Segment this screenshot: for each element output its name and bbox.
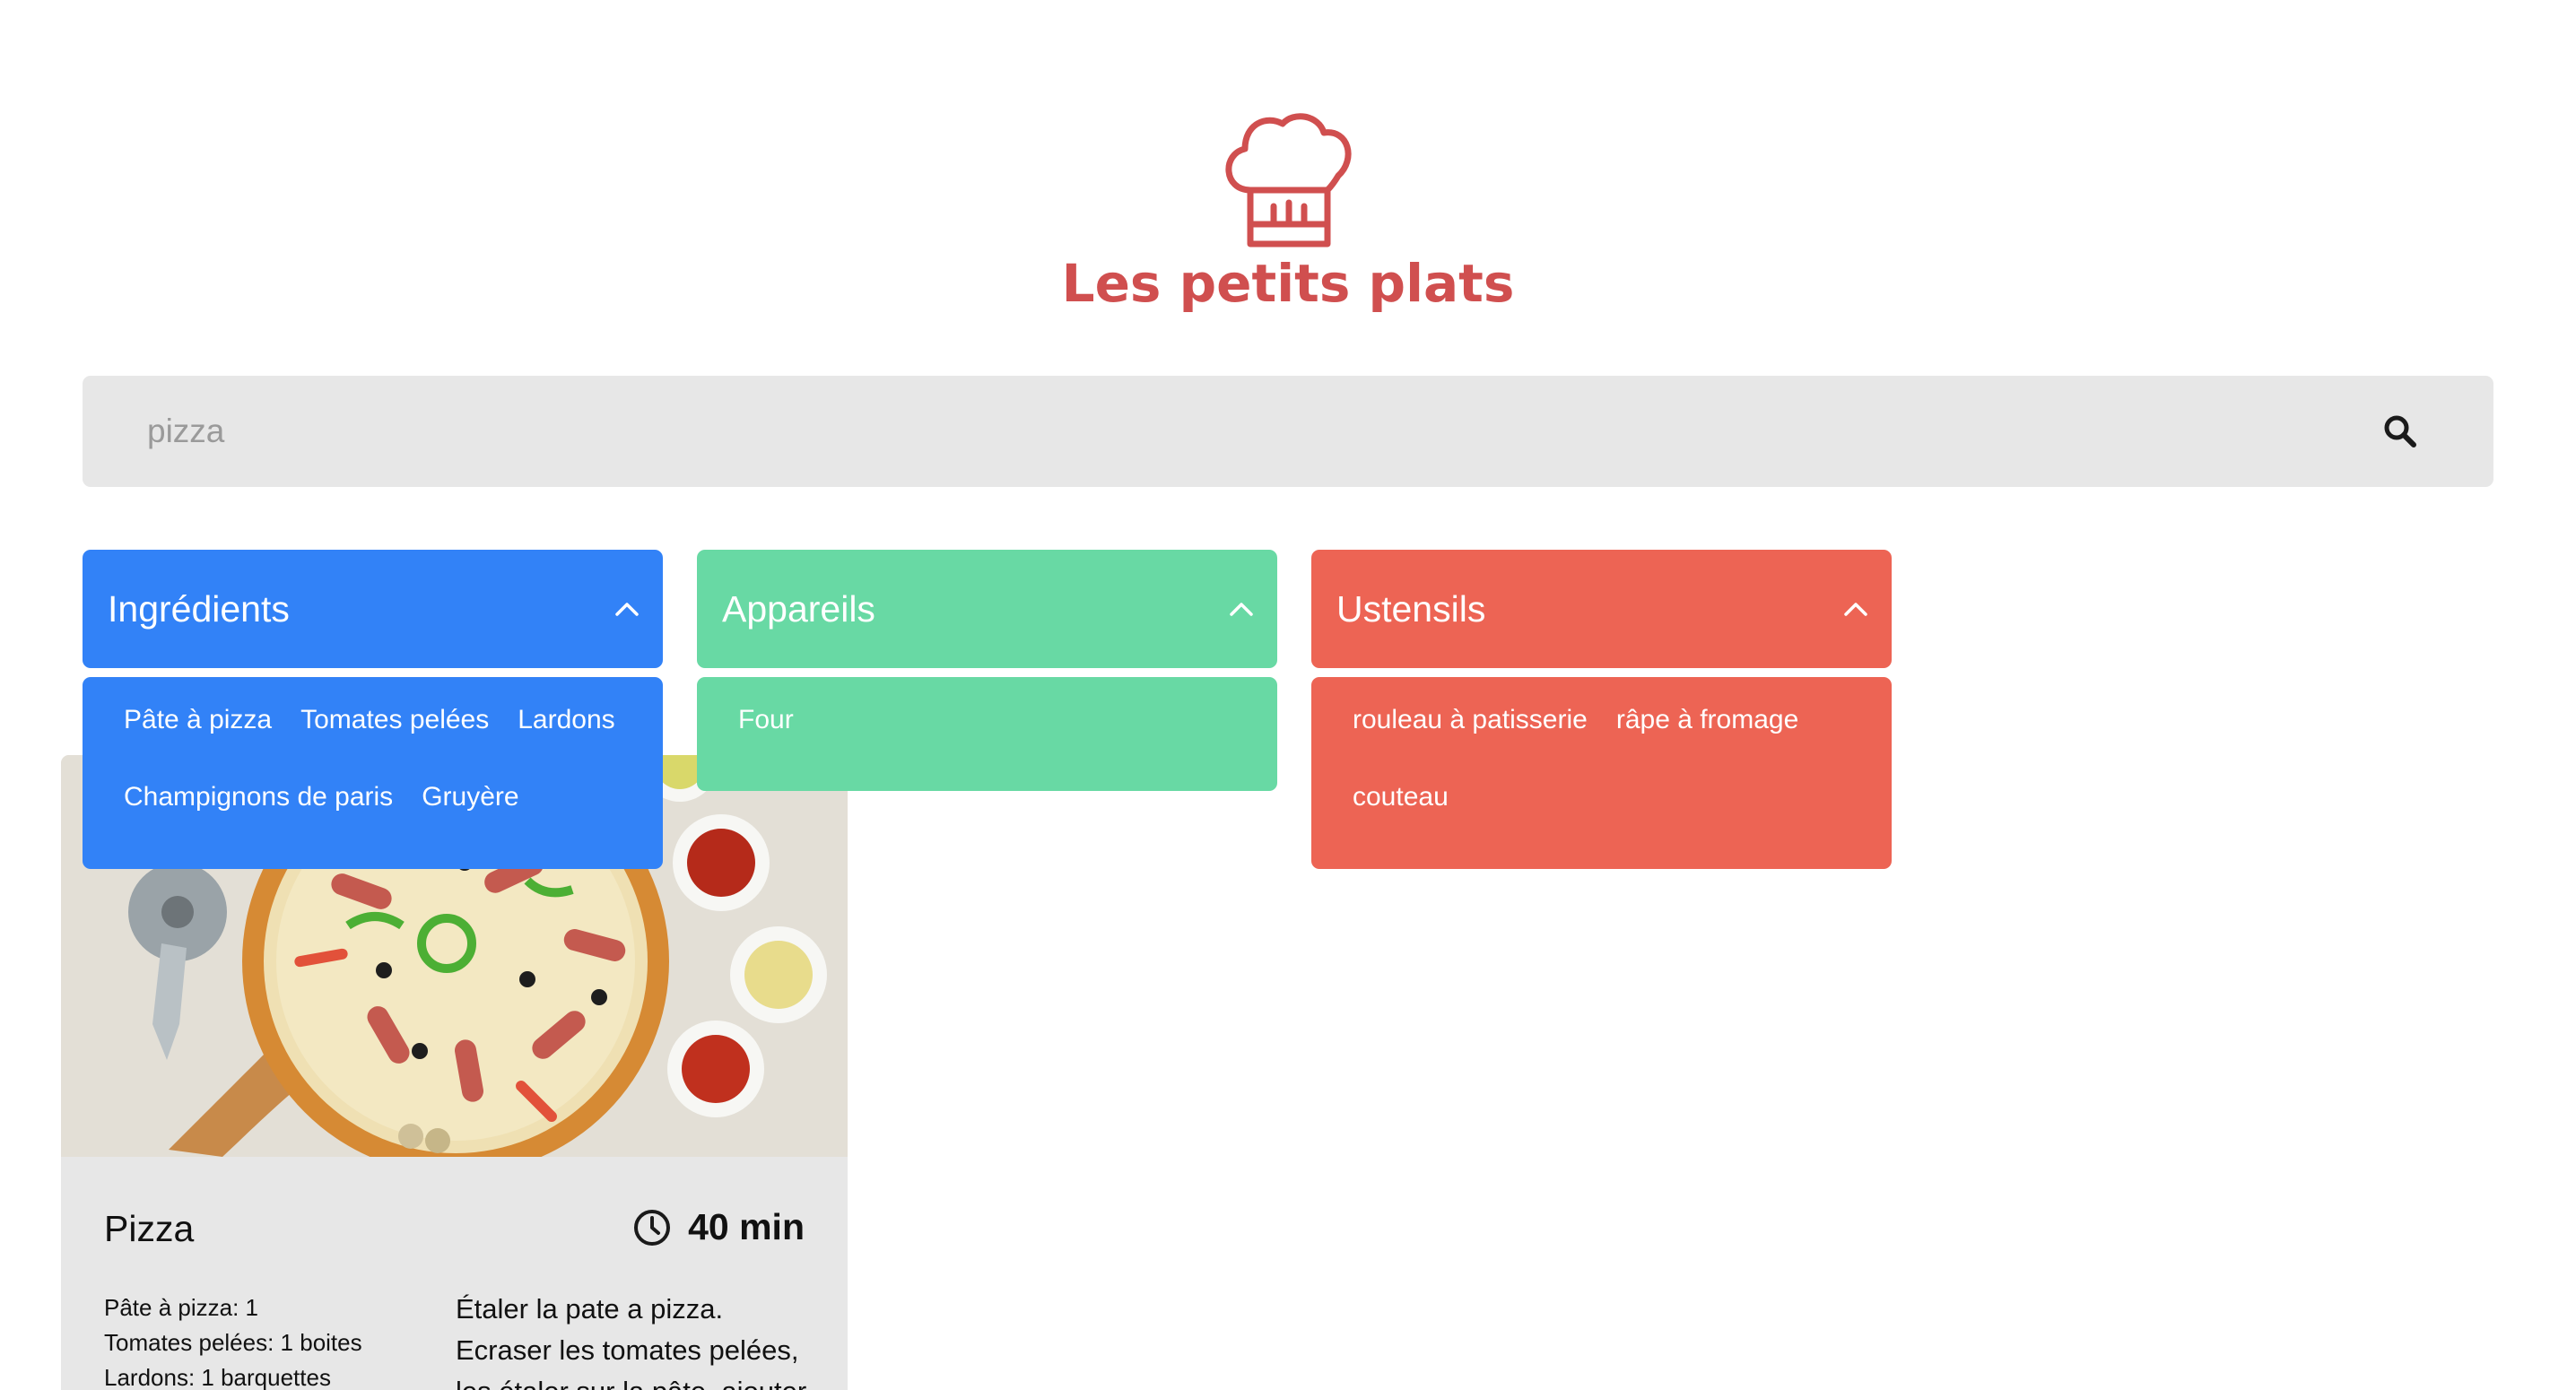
- ingredient-option[interactable]: Champignons de paris: [109, 781, 407, 858]
- ustensil-option[interactable]: râpe à fromage: [1602, 704, 1813, 781]
- chevron-up-icon: [615, 603, 639, 616]
- ingredient-option[interactable]: Pâte à pizza: [109, 704, 286, 781]
- appareils-dropdown: Four: [697, 677, 1277, 791]
- filter-ustensils-button[interactable]: Ustensils: [1311, 550, 1892, 668]
- chevron-up-icon: [1230, 603, 1253, 616]
- filter-appareils-button[interactable]: Appareils: [697, 550, 1277, 668]
- ingredient-line: Tomates pelées: 1 boites: [104, 1329, 362, 1356]
- ustensil-option[interactable]: rouleau à patisserie: [1338, 704, 1602, 781]
- ingredients-dropdown: Pâte à pizza Tomates pelées Lardons Cham…: [83, 677, 663, 869]
- recipe-time-label: 40 min: [688, 1206, 805, 1247]
- search-bar: [83, 376, 2493, 487]
- recipe-description: Étaler la pate a pizza. Ecraser les toma…: [456, 1293, 806, 1390]
- ingredient-line: Lardons: 1 barquettes: [104, 1364, 331, 1390]
- chef-hat-icon: [1225, 113, 1352, 248]
- filter-appareils-label: Appareils: [722, 588, 875, 630]
- search-icon[interactable]: [2382, 413, 2418, 449]
- filter-ingredients-label: Ingrédients: [108, 588, 290, 630]
- site-logo: Les petits plats: [0, 113, 2576, 319]
- appareil-option[interactable]: Four: [724, 704, 808, 781]
- clock-icon: [634, 1209, 671, 1246]
- filter-ingredients-button[interactable]: Ingrédients: [83, 550, 663, 668]
- recipe-time: 40 min: [632, 1206, 805, 1248]
- ustensil-option[interactable]: couteau: [1338, 781, 1463, 858]
- ustensils-dropdown: rouleau à patisserie râpe à fromage cout…: [1311, 677, 1892, 869]
- filter-ustensils-label: Ustensils: [1336, 588, 1486, 630]
- ingredient-option[interactable]: Gruyère: [407, 781, 533, 858]
- ingredient-line: Pâte à pizza: 1: [104, 1294, 258, 1321]
- ingredient-option[interactable]: Tomates pelées: [286, 704, 503, 781]
- search-input[interactable]: [83, 376, 2379, 487]
- chevron-up-icon: [1844, 603, 1867, 616]
- ingredient-option[interactable]: Lardons: [503, 704, 629, 781]
- recipe-title: Pizza: [104, 1208, 195, 1249]
- recipe-ingredients: Pâte à pizza: 1 Tomates pelées: 1 boites…: [104, 1290, 463, 1390]
- site-title: Les petits plats: [1061, 253, 1515, 314]
